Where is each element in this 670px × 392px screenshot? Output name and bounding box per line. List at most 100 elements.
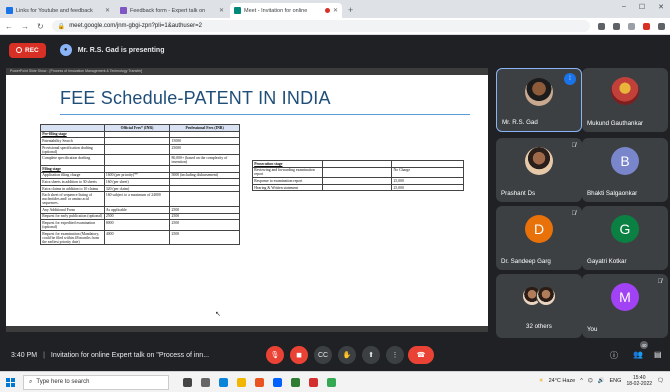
participant-name: You: [587, 326, 598, 333]
participant-tile-others[interactable]: 32 others: [496, 274, 582, 338]
participant-name: Mukund Gauthankar: [587, 120, 644, 127]
network-icon[interactable]: ⌬: [588, 378, 593, 384]
lock-icon: 🔒: [57, 23, 66, 30]
table-row: Patentability Search 15000: [40, 137, 240, 145]
fee-cell: 25,000: [391, 177, 464, 185]
minimize-icon[interactable]: –: [622, 3, 626, 11]
mic-off-icon: 🎙̸: [571, 143, 577, 149]
task-view-icon[interactable]: [201, 377, 210, 387]
participant-tile[interactable]: Mukund Gauthankar: [582, 68, 668, 132]
cortana-icon[interactable]: [183, 377, 192, 387]
tab-favicon-icon: [6, 7, 13, 14]
chat-icon[interactable]: ▤: [654, 350, 662, 359]
others-avatar: [536, 286, 556, 306]
participant-tile[interactable]: ⁞ Mr. R.S. Gad: [496, 68, 582, 132]
app-icon[interactable]: [291, 377, 300, 387]
fee-table-body: Pre-filing stage Patentability Search 1500…: [40, 130, 240, 246]
reload-icon[interactable]: ↻: [37, 22, 44, 31]
back-icon[interactable]: ←: [5, 22, 13, 31]
participant-photo: [525, 78, 553, 106]
lang-indicator[interactable]: ENG: [610, 378, 622, 384]
row-label-cell: Request for examination (Mandatory, coul…: [40, 229, 105, 246]
close-tab-icon[interactable]: ✕: [333, 7, 338, 14]
dropbox-icon[interactable]: [273, 377, 282, 387]
firefox-icon[interactable]: [255, 377, 264, 387]
share-icon[interactable]: [613, 22, 620, 30]
bookmark-star-icon[interactable]: [628, 22, 635, 30]
forward-icon[interactable]: →: [21, 22, 29, 31]
fee-cell: [169, 178, 240, 186]
fee-table-main: Official Fees* (INR) Professional Fees (…: [40, 124, 240, 246]
tab-links[interactable]: Links for Youtube and feedback ✕: [2, 3, 114, 18]
windows-start-icon[interactable]: [6, 377, 15, 387]
search-icon: ⌕: [29, 378, 33, 385]
puzzle-icon[interactable]: [658, 22, 665, 30]
volume-icon[interactable]: 🔊: [598, 378, 605, 384]
slide-title: FEE Schedule-PATENT IN INDIA: [60, 88, 331, 108]
captions-button[interactable]: CC: [314, 346, 332, 364]
participant-photo: [611, 77, 639, 105]
people-icon[interactable]: 👥: [633, 350, 643, 359]
file-explorer-icon[interactable]: [237, 377, 246, 387]
url-field[interactable]: 🔒 meet.google.com/jnm-gbgi-zpn?pli=1&aut…: [51, 20, 590, 32]
raise-hand-button[interactable]: ✋: [338, 346, 356, 364]
notifications-icon[interactable]: 🗨: [657, 378, 664, 384]
taskbar-clock[interactable]: 15:40 18-02-2022: [626, 375, 652, 387]
tab-feedback[interactable]: Feedback form - Expert talk on ✕: [116, 3, 228, 18]
participant-tile[interactable]: D 🎙̸ Dr. Sandeep Garg: [496, 206, 582, 270]
fee-cell: 25000: [169, 143, 240, 156]
close-tab-icon[interactable]: ✕: [105, 7, 110, 14]
recording-indicator[interactable]: REC: [9, 42, 46, 58]
participant-tile-self[interactable]: M 🎙̸ You: [582, 274, 668, 338]
row-label-cell: Pre-filing stage: [40, 130, 105, 139]
divider: |: [43, 351, 45, 359]
rec-label: REC: [25, 46, 39, 54]
person-icon: ●: [59, 44, 72, 56]
table-row: Provisional specification drafting (opti…: [40, 143, 240, 156]
table-row: Complete specification drafting 80,000+ (…: [40, 154, 240, 166]
camera-icon[interactable]: [598, 22, 605, 30]
mic-off-button[interactable]: 🎙: [266, 346, 284, 364]
row-label-cell: Request for early publication (optional): [40, 212, 105, 221]
system-tray: ☀ 24°C Haze ^ ⌬ 🔊 ENG 15:40 18-02-2022 🗨: [539, 375, 664, 387]
close-tab-icon[interactable]: ✕: [219, 7, 224, 14]
taskbar-apps: [183, 377, 336, 387]
participant-tile[interactable]: G Gayatri Kotkar: [582, 206, 668, 270]
taskbar-search-input[interactable]: ⌕ Type here to search: [23, 374, 169, 390]
meet-control-bar: 3:40 PM | Invitation for online Expert t…: [0, 339, 670, 371]
close-window-icon[interactable]: ✕: [658, 3, 664, 11]
search-placeholder: Type here to search: [36, 379, 90, 385]
acrobat-icon[interactable]: [309, 377, 318, 387]
meeting-details-icon[interactable]: ⓘ: [610, 350, 618, 361]
edge-icon[interactable]: [219, 377, 228, 387]
meeting-time: 3:40 PM: [11, 351, 38, 359]
more-options-button[interactable]: ⋮: [386, 346, 404, 364]
record-icon: [16, 47, 22, 53]
participant-tile[interactable]: B Bhakti Salgaonkar: [582, 138, 668, 202]
speaking-indicator-icon: ⁞: [564, 73, 576, 85]
table-row: Prosecution stage: [252, 160, 464, 168]
title-underline: [60, 114, 470, 115]
browser-tab-bar: Links for Youtube and feedback ✕ Feedbac…: [0, 0, 670, 18]
new-tab-button[interactable]: +: [348, 3, 353, 18]
row-label-cell: Provisional specification drafting (opti…: [40, 143, 105, 156]
participant-tile[interactable]: 🎙̸ Prashant Ds: [496, 138, 582, 202]
mouse-cursor-icon: ↖: [215, 311, 221, 318]
fee-cell: 2500: [103, 212, 171, 221]
tray-chevron-icon[interactable]: ^: [580, 378, 583, 384]
table-header: Professional Fees (INR): [169, 124, 240, 132]
leave-call-button[interactable]: ☎: [408, 346, 434, 364]
weather-text[interactable]: 24°C Haze: [549, 378, 576, 384]
fee-cell: [391, 160, 464, 168]
camera-off-button[interactable]: ◼: [290, 346, 308, 364]
extension-red-icon[interactable]: [643, 22, 650, 30]
present-button[interactable]: ⬆: [362, 346, 380, 364]
chrome-icon[interactable]: [327, 377, 336, 387]
window-controls: – ☐ ✕: [622, 3, 664, 11]
fee-cell: 2500: [169, 205, 240, 214]
participant-count-badge: 40: [640, 341, 648, 349]
maximize-icon[interactable]: ☐: [639, 3, 645, 11]
participant-name: Prashant Ds: [501, 190, 536, 197]
row-label-cell: Extra claims in addition to 10 claims: [40, 184, 105, 193]
tab-meet[interactable]: Meet - Invitation for online ✕: [230, 3, 342, 18]
